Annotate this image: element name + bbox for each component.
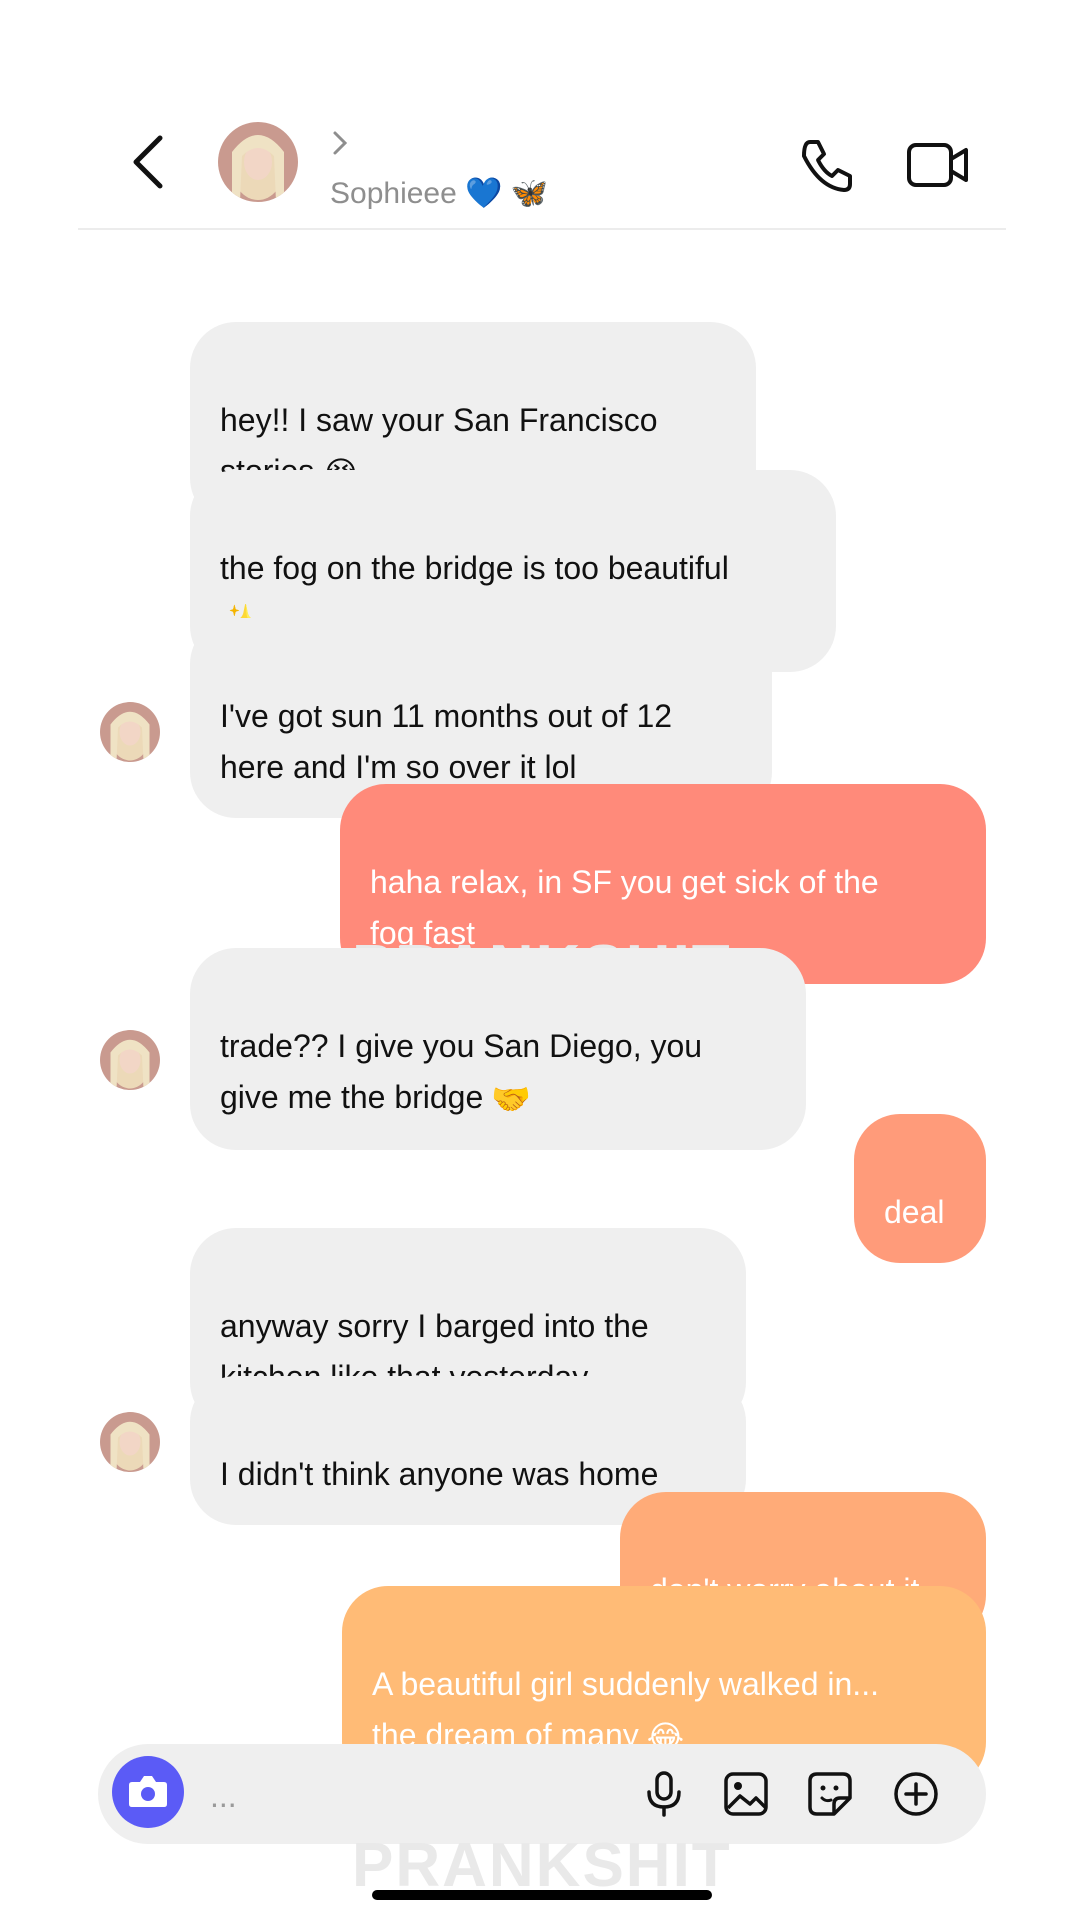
call-button[interactable] <box>798 136 856 194</box>
message-bubble-outgoing[interactable]: deal <box>854 1114 986 1263</box>
message-emoji: 🤝 <box>491 1081 532 1118</box>
avatar-photo <box>218 122 298 202</box>
contact-name-row[interactable]: Sophieee 💙 🦋 <box>330 176 548 211</box>
chevron-left-icon <box>133 135 163 189</box>
contact-avatar[interactable] <box>218 122 298 202</box>
message-text: I've got sun 11 months out of 12 here an… <box>220 698 673 785</box>
message-text: I didn't think anyone was home <box>220 1456 659 1492</box>
sticker-button[interactable] <box>806 1770 854 1818</box>
microphone-button[interactable] <box>640 1770 688 1818</box>
message-input[interactable]: ... <box>210 1778 237 1815</box>
sticker-icon <box>808 1772 852 1816</box>
message-text: trade?? I give you San Diego, you give m… <box>220 1028 703 1115</box>
gallery-button[interactable] <box>722 1770 770 1818</box>
message-text: deal <box>884 1194 945 1230</box>
video-call-button[interactable] <box>906 140 970 190</box>
contact-name: Sophieee <box>330 177 457 210</box>
add-button[interactable] <box>892 1770 940 1818</box>
phone-icon <box>802 140 852 192</box>
home-indicator[interactable] <box>372 1890 712 1900</box>
avatar-photo <box>100 1412 160 1472</box>
sender-avatar[interactable] <box>100 1030 160 1090</box>
sender-avatar[interactable] <box>100 702 160 762</box>
camera-icon <box>129 1776 167 1807</box>
message-text: the fog on the bridge is too beautiful <box>220 550 729 586</box>
message-bubble-incoming[interactable]: trade?? I give you San Diego, you give m… <box>190 948 806 1151</box>
microphone-icon <box>647 1771 681 1817</box>
avatar-photo <box>100 1030 160 1090</box>
camera-button[interactable] <box>112 1756 184 1828</box>
avatar-photo <box>100 702 160 762</box>
sender-avatar[interactable] <box>100 1412 160 1472</box>
profile-chevron-icon[interactable] <box>330 128 350 158</box>
video-camera-icon <box>907 143 968 187</box>
message-text: A beautiful girl suddenly walked in... t… <box>372 1666 879 1753</box>
back-button[interactable] <box>128 130 172 194</box>
image-icon <box>724 1772 768 1816</box>
plus-circle-icon <box>894 1772 938 1816</box>
name-emojis: 💙 🦋 <box>465 177 549 210</box>
header-divider <box>78 228 1006 230</box>
